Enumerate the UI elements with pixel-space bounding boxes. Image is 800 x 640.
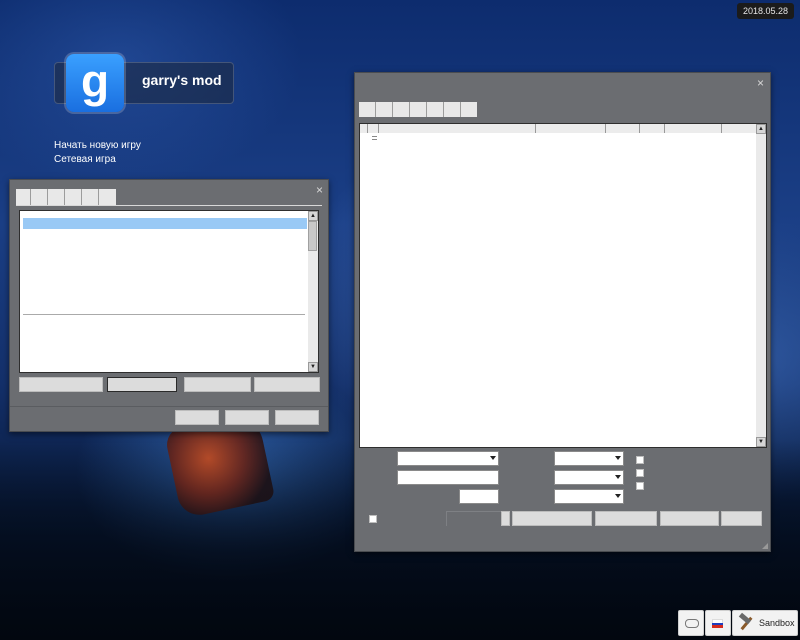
gamepad-button[interactable] <box>678 610 704 636</box>
tab-5[interactable] <box>427 102 444 117</box>
action-button-4[interactable] <box>254 377 320 392</box>
scroll-up-icon[interactable]: ▲ <box>308 211 318 221</box>
action-button-1[interactable] <box>19 377 103 392</box>
chevron-down-icon <box>490 456 496 460</box>
small-list[interactable]: ▲ ▼ <box>19 210 319 373</box>
chevron-down-icon <box>615 456 621 460</box>
russian-flag-icon <box>712 619 723 628</box>
scroll-up-icon[interactable]: ▲ <box>756 124 766 134</box>
tab-6[interactable] <box>444 102 461 117</box>
filter-checkbox-2[interactable] <box>636 469 644 477</box>
close-icon[interactable]: × <box>316 184 323 196</box>
brand-title: garry's mod <box>142 72 222 88</box>
tab-2[interactable] <box>376 102 393 117</box>
tab-2[interactable] <box>31 189 48 205</box>
scrollbar[interactable] <box>756 124 766 447</box>
chevron-down-icon <box>615 494 621 498</box>
language-button[interactable] <box>705 610 731 636</box>
gamepad-icon <box>685 619 699 628</box>
tab-1[interactable] <box>16 189 31 205</box>
filter-dropdown-3[interactable] <box>554 470 624 485</box>
tab-3[interactable] <box>48 189 65 205</box>
tab-strip <box>16 189 116 205</box>
filter-input-2[interactable] <box>459 489 499 504</box>
filter-dropdown-2[interactable] <box>554 451 624 466</box>
footer-button-2[interactable] <box>595 511 657 526</box>
action-button-3[interactable] <box>184 377 251 392</box>
tab-6[interactable] <box>99 189 116 205</box>
logo-letter: g <box>80 55 110 107</box>
header-col-1[interactable] <box>360 124 368 133</box>
tab-4[interactable] <box>410 102 427 117</box>
gamemode-button[interactable]: Sandbox <box>732 610 798 636</box>
header-col-7[interactable] <box>665 124 722 133</box>
filter-input-1[interactable] <box>397 470 499 485</box>
footer-divider <box>10 406 328 407</box>
header-col-4[interactable] <box>536 124 606 133</box>
large-browser-window: × ▲ ▼ <box>354 72 771 552</box>
header-col-8[interactable] <box>722 124 756 133</box>
scroll-down-icon[interactable]: ▼ <box>756 437 766 447</box>
filter-checkbox-3[interactable] <box>636 482 644 490</box>
footer-button-small[interactable] <box>501 511 510 526</box>
filter-dropdown-1[interactable] <box>397 451 499 466</box>
scroll-down-icon[interactable]: ▼ <box>308 362 318 372</box>
tab-7[interactable] <box>461 102 477 117</box>
date-label: 2018.05.28 <box>736 3 794 19</box>
bot-icon <box>372 139 377 140</box>
header-col-2[interactable] <box>368 124 379 133</box>
gmod-logo-icon: g <box>66 54 124 112</box>
list-item-selected[interactable] <box>23 218 307 229</box>
filter-dropdown-4[interactable] <box>554 489 624 504</box>
footer-button-4[interactable] <box>721 511 762 526</box>
footer-button-3[interactable] <box>275 410 319 425</box>
gamemode-label: Sandbox <box>759 618 795 628</box>
menu-new-game[interactable]: Начать новую игру <box>54 140 141 151</box>
footer-button-3[interactable] <box>660 511 719 526</box>
menu-multiplayer[interactable]: Сетевая игра <box>54 154 116 165</box>
tab-3[interactable] <box>393 102 410 117</box>
tab-divider <box>16 205 322 206</box>
chevron-down-icon <box>615 475 621 479</box>
tab-strip <box>359 102 477 117</box>
tab-1[interactable] <box>359 102 376 117</box>
footer-panel <box>446 511 502 526</box>
footer-button-1[interactable] <box>512 511 592 526</box>
tab-4[interactable] <box>65 189 82 205</box>
scroll-thumb[interactable] <box>308 221 317 251</box>
action-button-2[interactable] <box>107 377 177 392</box>
resize-grip-icon[interactable] <box>762 543 768 549</box>
header-col-6[interactable] <box>640 124 665 133</box>
close-icon[interactable]: × <box>757 77 764 89</box>
server-list[interactable]: ▲ ▼ <box>359 123 767 448</box>
hammer-icon <box>737 612 755 632</box>
tab-5[interactable] <box>82 189 99 205</box>
filter-checkbox-1[interactable] <box>636 456 644 464</box>
footer-button-1[interactable] <box>175 410 219 425</box>
bottom-checkbox[interactable] <box>369 515 377 523</box>
lock-icon <box>372 136 377 137</box>
footer-button-2[interactable] <box>225 410 269 425</box>
header-col-5[interactable] <box>606 124 640 133</box>
small-dialog-window: × ▲ ▼ <box>9 179 329 432</box>
list-separator <box>23 314 305 315</box>
header-col-3[interactable] <box>379 124 536 133</box>
